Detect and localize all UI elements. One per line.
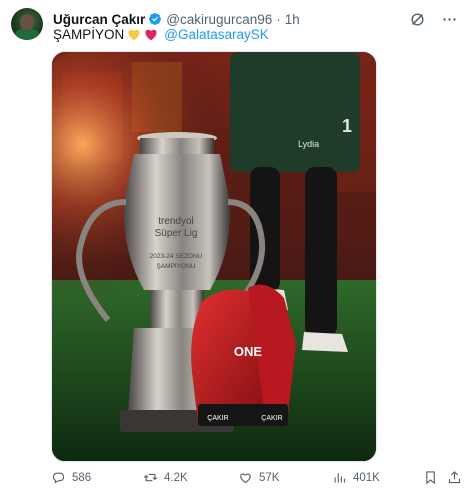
like-button[interactable]: 57K	[238, 470, 279, 485]
trophy-brand-line1: trendyol	[158, 216, 194, 227]
reply-icon	[52, 472, 65, 484]
shirt-sponsor: Lydia	[298, 139, 319, 149]
views-chart-icon	[334, 473, 346, 483]
grok-icon[interactable]	[408, 10, 426, 28]
verified-badge-icon	[148, 12, 162, 26]
share-button[interactable]	[447, 470, 462, 485]
bookmark-icon	[426, 471, 435, 485]
red-heart-icon	[144, 28, 158, 41]
action-bar: 586 4.2K 57K 401K	[51, 470, 461, 490]
bookmark-button[interactable]	[423, 470, 438, 485]
trophy-brand-line2: Süper Lig	[155, 228, 198, 239]
glove-name-left: ÇAKIR	[207, 415, 228, 422]
more-options-icon[interactable]	[440, 10, 458, 28]
tweet: Uğurcan Çakır @cakirugurcan96 · 1h ŞAMPİ…	[0, 0, 470, 494]
repost-button[interactable]: 4.2K	[143, 470, 188, 485]
views-count: 401K	[353, 471, 380, 484]
repost-count: 4.2K	[164, 471, 188, 484]
post-image[interactable]: Lydia 1 trendyol Süper Lig 2023-24 SEZON…	[51, 51, 377, 462]
tweet-header: Uğurcan Çakır @cakirugurcan96 · 1h	[53, 10, 458, 28]
heart-icon	[240, 473, 251, 484]
views-button[interactable]: 401K	[332, 470, 380, 485]
avatar[interactable]	[11, 8, 43, 40]
trophy-season: 2023-24 SEZONU	[150, 253, 203, 260]
share-icon	[448, 471, 461, 484]
mention-link[interactable]: @GalatasaraySK	[164, 27, 269, 42]
shirt-number: 1	[342, 116, 352, 136]
avatar-face	[20, 14, 34, 30]
goalkeeper-gloves: ONE ÇAKIR ÇAKIR	[191, 284, 296, 426]
trophy-champion: ŞAMPİYONU	[156, 261, 195, 270]
glove-brand: ONE	[234, 344, 263, 359]
yellow-heart-icon	[127, 28, 141, 41]
post-time[interactable]: 1h	[285, 12, 300, 27]
tweet-text-body: ŞAMPİYON	[53, 27, 125, 42]
separator-dot: ·	[276, 11, 281, 27]
glove-name-right: ÇAKIR	[261, 415, 282, 422]
like-count: 57K	[259, 471, 280, 484]
author-handle[interactable]: @cakirugurcan96	[166, 12, 272, 27]
reply-count: 586	[72, 471, 92, 484]
header-actions	[408, 10, 458, 28]
tweet-text: ŞAMPİYON @GalatasaraySK	[53, 27, 269, 42]
trophy-photo: Lydia 1 trendyol Süper Lig 2023-24 SEZON…	[52, 52, 376, 461]
repost-icon	[143, 473, 158, 482]
reply-button[interactable]: 586	[51, 470, 91, 485]
author-name[interactable]: Uğurcan Çakır	[53, 12, 145, 27]
